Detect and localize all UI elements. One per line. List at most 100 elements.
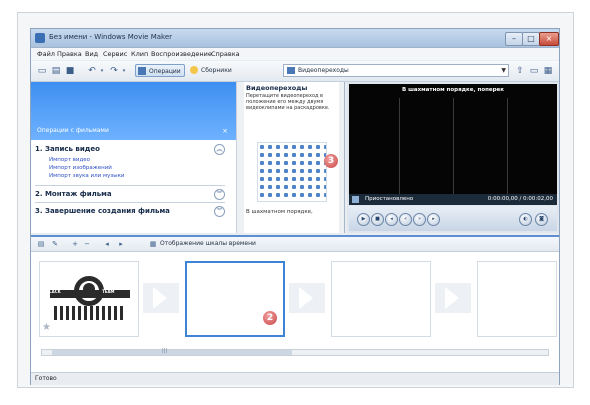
views-icon[interactable]: ▦ [543,66,553,76]
divider [35,185,225,186]
storyboard-clip[interactable]: BLACK TEAM ★ [39,261,139,337]
menu-bar: Файл Правка Вид Сервис Клип Воспроизведе… [31,48,559,60]
narrate-icon[interactable]: ✎ [51,240,59,248]
minimize-button[interactable]: – [505,32,523,46]
collections-label: Сборники [201,67,232,74]
close-icon[interactable]: × [222,127,228,135]
storyboard-clip-selected[interactable]: 2 [185,261,285,337]
section-number: 2. [35,190,43,198]
menu-view[interactable]: Вид [85,50,98,58]
section-title: Монтаж фильма [44,190,112,198]
scrollbar-thumb[interactable] [52,350,292,355]
snapshot-icon[interactable]: ◙ [535,213,548,226]
next-frame-icon[interactable]: ▸ [427,213,440,226]
zoom-out-icon[interactable]: − [83,240,91,248]
menu-file[interactable]: Файл [37,50,55,58]
up-folder-icon[interactable]: ⇧ [515,66,525,76]
collection-select[interactable]: Видеопереходы ▼ [283,64,509,77]
transition-slot[interactable] [143,283,179,313]
transitions-scrollbar[interactable] [339,82,344,233]
previous-frame-icon[interactable]: ◂ [385,213,398,226]
transition-caption: В шахматном порядке, [246,209,313,215]
section-finish-movie[interactable]: 3. Завершение создания фильма ︾ [35,206,225,217]
undo-icon[interactable]: ↶ [87,66,97,76]
chevron-down-icon: ▼ [501,67,506,74]
step-badge: 2 [263,311,277,325]
tasks-icon [138,67,146,75]
new-project-icon[interactable]: ▭ [37,66,47,76]
maximize-button[interactable]: □ [522,32,540,46]
section-number: 1. [35,145,43,153]
clip-thumbnail: BLACK TEAM [44,266,136,324]
playback-time: 0:00:00,00 / 0:00:02,00 [487,196,553,202]
star-icon: ★ [42,322,51,333]
undo-dropdown-icon[interactable]: ▾ [97,66,107,76]
logo-stripes [54,306,126,320]
transition-checkerboard-thumbnail[interactable] [257,142,327,202]
task-pane-scrollbar[interactable] [236,82,244,233]
import-audio-link[interactable]: Импорт звука или музыки [49,173,125,179]
close-button[interactable]: × [539,32,559,46]
tasks-button[interactable]: Операции [135,64,185,77]
preview-gridline [399,98,400,194]
section-number: 3. [35,207,43,215]
preview-caption: В шахматном порядке, поперек [401,87,505,93]
rewind-icon[interactable]: « [399,213,412,226]
preview-screen: В шахматном порядке, поперек [349,84,557,194]
storyboard-view-icon[interactable]: ▤ [37,240,45,248]
stop-icon[interactable]: ■ [371,213,384,226]
transition-slot[interactable] [435,283,471,313]
menu-edit[interactable]: Правка [57,50,82,58]
arrow-right-icon [299,287,313,309]
import-video-link[interactable]: Импорт видео [49,157,90,163]
play-storyboard-icon[interactable]: ▸ [117,240,125,248]
play-icon[interactable]: ▶ [357,213,370,226]
import-pictures-link[interactable]: Импорт изображений [49,165,112,171]
transition-slot[interactable] [289,283,325,313]
storyboard-toolbar: ▤ ✎ + − ◂ ▸ ▦ Отображение шкалы времени [31,237,559,252]
preview-gridline [507,98,508,194]
collection-value: Видеопереходы [298,67,349,74]
tasks-label: Операции [149,68,181,75]
redo-icon[interactable]: ↷ [109,66,119,76]
section-edit-movie[interactable]: 2. Монтаж фильма ︾ [35,189,225,200]
collection-folder-icon [287,67,295,74]
status-bar: Готово [31,372,559,385]
fast-forward-icon[interactable]: » [413,213,426,226]
storyboard-area: ▤ ✎ + − ◂ ▸ ▦ Отображение шкалы времени … [31,235,559,372]
chevron-down-icon[interactable]: ︾ [214,206,225,217]
task-pane: Операции с фильмами × 1. Запись видео ︽ … [31,82,237,233]
section-capture-video[interactable]: 1. Запись видео ︽ [35,144,225,155]
transitions-title: Видеопереходы [246,84,308,92]
task-pane-title: Операции с фильмами [37,127,109,134]
redo-dropdown-icon[interactable]: ▾ [119,66,129,76]
save-project-icon[interactable]: ■ [65,66,75,76]
thumbnail-word: BLACK [46,289,61,294]
storyboard-scrollbar[interactable]: ||| [41,348,549,356]
storyboard-clip-empty[interactable] [331,261,431,337]
rewind-storyboard-icon[interactable]: ◂ [103,240,111,248]
chevron-down-icon[interactable]: ︾ [214,189,225,200]
window-title: Без имени - Windows Movie Maker [49,33,173,41]
new-folder-icon[interactable]: ▭ [529,66,539,76]
storyboard-clip-empty[interactable] [477,261,557,337]
menu-help[interactable]: Справка [211,50,240,58]
chevron-up-icon[interactable]: ︽ [214,144,225,155]
zoom-in-icon[interactable]: + [71,240,79,248]
app-window: Без имени - Windows Movie Maker – □ × Фа… [30,28,560,385]
divider [35,202,225,203]
collections-button[interactable]: Сборники [189,64,232,77]
menu-play[interactable]: Воспроизведение [151,50,212,58]
transitions-description: Перетащите видеопереход в положение его … [246,93,330,111]
menu-clip[interactable]: Клип [131,50,148,58]
section-title: Запись видео [44,145,100,153]
preview-gridline [453,98,454,194]
playback-status: Приостановлено [365,196,414,202]
preview-status-bar: Приостановлено 0:00:00,00 / 0:00:02,00 [349,194,557,205]
open-project-icon[interactable]: ▤ [51,66,61,76]
split-clip-icon[interactable]: ◐ [519,213,532,226]
app-icon [35,33,45,43]
timeline-toggle-icon[interactable]: ▦ [149,240,157,248]
show-timeline-button[interactable]: Отображение шкалы времени [160,240,256,247]
menu-tools[interactable]: Сервис [103,50,127,58]
